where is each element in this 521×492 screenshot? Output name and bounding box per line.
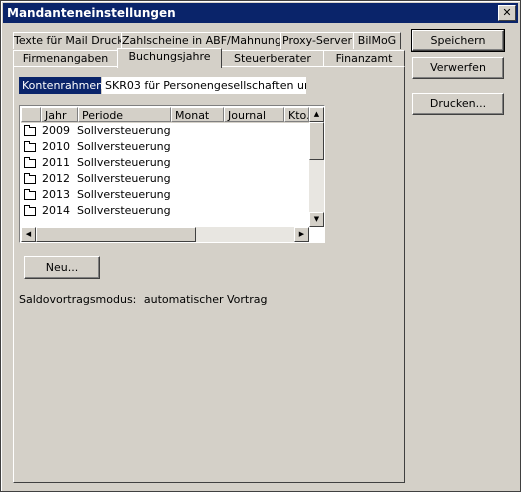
row-jahr: 2012 <box>42 172 70 185</box>
folder-icon <box>24 157 36 168</box>
row-periode: Sollversteuerung <box>77 156 171 169</box>
row-jahr: 2014 <box>42 204 70 217</box>
row-periode: Sollversteuerung <box>77 204 171 217</box>
column-header-jahr[interactable]: Jahr <box>41 107 78 122</box>
dialog-window: Mandanteneinstellungen ✕ Texte für Mail … <box>0 0 521 492</box>
row-periode: Sollversteuerung <box>77 188 171 201</box>
tab-texte-mail-druck[interactable]: Texte für Mail Druck <box>13 32 124 49</box>
folder-icon <box>24 189 36 200</box>
column-header-konto[interactable]: Kto.l <box>284 107 309 122</box>
folder-icon <box>24 125 36 136</box>
tab-row-top: Texte für Mail Druck Zahlscheine in ABF/… <box>13 32 403 49</box>
column-header-icon[interactable] <box>21 107 41 122</box>
vertical-scrollbar[interactable]: ▲ ▼ <box>309 107 324 227</box>
row-jahr: 2009 <box>42 124 70 137</box>
vertical-scroll-thumb[interactable] <box>309 122 324 160</box>
kontenrahmen-field[interactable]: SKR03 für Personengesellschaften und Ei <box>102 77 306 94</box>
row-periode: Sollversteuerung <box>77 140 171 153</box>
close-button[interactable]: ✕ <box>498 5 516 21</box>
verwerfen-button[interactable]: Verwerfen <box>412 57 504 79</box>
row-jahr: 2011 <box>42 156 70 169</box>
row-periode: Sollversteuerung <box>77 124 171 137</box>
tab-firmenangaben[interactable]: Firmenangaben <box>13 50 118 67</box>
kontenrahmen-label: Kontenrahmen <box>19 77 103 94</box>
title-bar: Mandanteneinstellungen ✕ <box>3 3 518 23</box>
list-header: Jahr Periode Monat Journal Kto.l <box>21 107 309 123</box>
horizontal-scrollbar[interactable]: ◀ ▶ <box>21 227 309 242</box>
speichern-button[interactable]: Speichern <box>411 29 505 52</box>
folder-icon <box>24 141 36 152</box>
tab-steuerberater[interactable]: Steuerberater <box>221 50 324 67</box>
neu-button[interactable]: Neu... <box>24 256 100 279</box>
saldovortrag-label: Saldovortragsmodus: <box>19 293 137 306</box>
folder-icon <box>24 173 36 184</box>
scroll-down-arrow-icon[interactable]: ▼ <box>309 212 324 227</box>
scroll-right-arrow-icon[interactable]: ▶ <box>294 227 309 242</box>
tab-finanzamt[interactable]: Finanzamt <box>323 50 405 67</box>
tab-proxy-server[interactable]: Proxy-Server <box>280 32 354 49</box>
row-jahr: 2010 <box>42 140 70 153</box>
scroll-left-arrow-icon[interactable]: ◀ <box>21 227 36 242</box>
tab-bilmog[interactable]: BilMoG <box>353 32 401 49</box>
saldovortrag-info: Saldovortragsmodus: automatischer Vortra… <box>19 293 268 306</box>
column-header-monat[interactable]: Monat <box>171 107 224 122</box>
tab-buchungsjahre[interactable]: Buchungsjahre <box>117 48 222 68</box>
column-header-periode[interactable]: Periode <box>78 107 171 122</box>
buchungsjahre-list[interactable]: Jahr Periode Monat Journal Kto.l 2009 So… <box>19 105 325 243</box>
saldovortrag-value: automatischer Vortrag <box>143 293 268 306</box>
column-header-journal[interactable]: Journal <box>224 107 284 122</box>
drucken-button[interactable]: Drucken... <box>412 93 504 115</box>
window-title: Mandanteneinstellungen <box>7 6 176 20</box>
row-periode: Sollversteuerung <box>77 172 171 185</box>
tab-row-bottom: Firmenangaben Buchungsjahre Steuerberate… <box>13 48 405 68</box>
row-jahr: 2013 <box>42 188 70 201</box>
tab-zahlscheine[interactable]: Zahlscheine in ABF/Mahnung <box>121 32 282 49</box>
scroll-up-arrow-icon[interactable]: ▲ <box>309 107 324 122</box>
horizontal-scroll-thumb[interactable] <box>36 227 196 242</box>
folder-icon <box>24 205 36 216</box>
